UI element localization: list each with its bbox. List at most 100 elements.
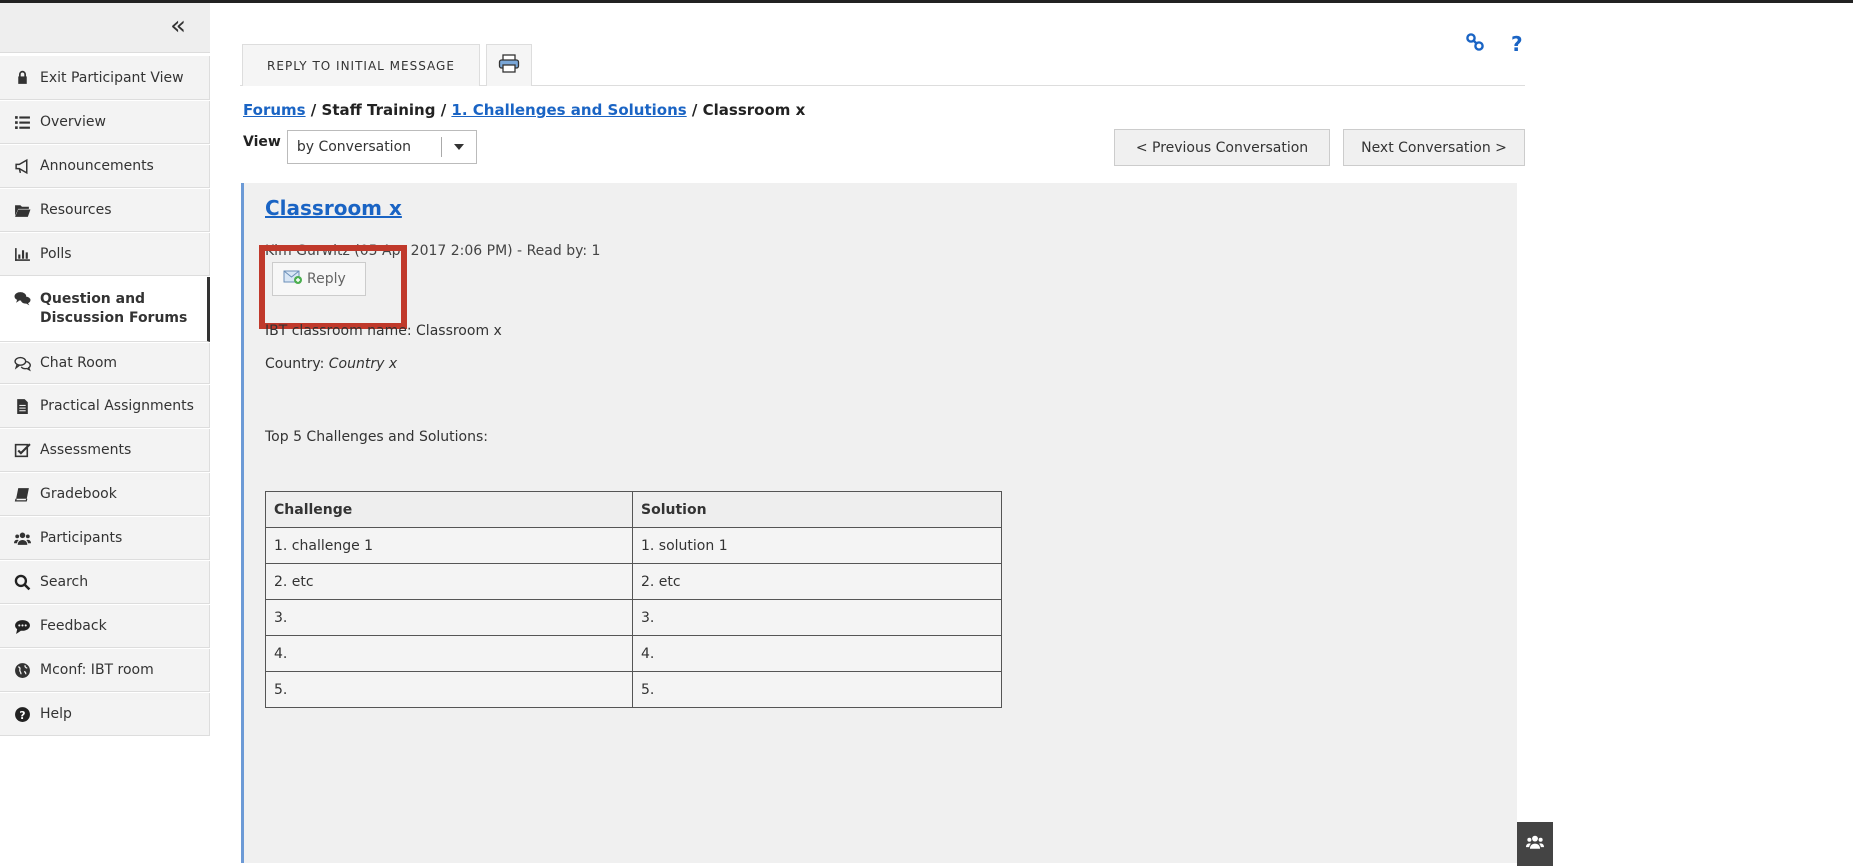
next-conversation-button[interactable]: Next Conversation > bbox=[1343, 129, 1525, 166]
sidebar-item-label: Participants bbox=[40, 530, 123, 546]
lock-icon bbox=[12, 69, 32, 87]
search-icon bbox=[12, 573, 32, 591]
sidebar-item-label: Feedback bbox=[40, 618, 107, 634]
sidebar-item-participants[interactable]: Participants bbox=[0, 517, 210, 560]
view-label: View bbox=[243, 134, 281, 150]
message-top5-line: Top 5 Challenges and Solutions: bbox=[265, 429, 489, 445]
sidebar-item-mconf-ibt-room[interactable]: Mconf: IBT room bbox=[0, 649, 210, 692]
breadcrumb-link-forums[interactable]: Forums bbox=[243, 101, 306, 119]
view-select[interactable]: by Conversation bbox=[286, 130, 477, 164]
sidebar-item-search[interactable]: Search bbox=[0, 561, 210, 604]
reply-button[interactable]: Reply bbox=[272, 262, 366, 296]
sidebar-item-label: Announcements bbox=[40, 158, 154, 174]
sidebar-item-gradebook[interactable]: Gradebook bbox=[0, 473, 210, 516]
sidebar-item-practical-assignments[interactable]: Practical Assignments bbox=[0, 385, 210, 428]
view-select-value: by Conversation bbox=[296, 139, 412, 155]
country-prefix: Country: bbox=[265, 356, 329, 372]
table-cell: 4. bbox=[632, 635, 1002, 672]
svg-text:?: ? bbox=[19, 708, 25, 721]
table-row: 5. 5. bbox=[265, 671, 1002, 708]
challenges-table: Challenge Solution 1. challenge 1 1. sol… bbox=[265, 491, 1002, 708]
sidebar-item-label: Mconf: IBT room bbox=[40, 662, 154, 678]
bar-chart-icon bbox=[12, 245, 32, 263]
breadcrumb-separator: / bbox=[435, 101, 452, 119]
comment-icon bbox=[12, 617, 32, 635]
sidebar-item-label-line1: Question and bbox=[40, 291, 146, 308]
print-button[interactable] bbox=[486, 44, 532, 86]
sidebar-item-label: Search bbox=[40, 574, 89, 590]
table-header-challenge: Challenge bbox=[265, 491, 633, 528]
table-cell: 2. etc bbox=[632, 563, 1002, 600]
reply-mail-icon bbox=[283, 269, 307, 289]
table-row: 2. etc 2. etc bbox=[265, 563, 1002, 600]
chat-icon bbox=[12, 354, 32, 372]
file-icon bbox=[12, 397, 32, 415]
message-classroom-line: IBT classroom name: Classroom x bbox=[265, 323, 502, 339]
sidebar-item-label: Exit Participant View bbox=[40, 69, 184, 86]
users-icon bbox=[1525, 833, 1545, 855]
print-icon bbox=[498, 53, 520, 78]
sidebar-item-chat-room[interactable]: Chat Room bbox=[0, 343, 210, 384]
table-header-row: Challenge Solution bbox=[265, 491, 1002, 528]
reply-to-initial-message-button[interactable]: REPLY TO INITIAL MESSAGE bbox=[242, 44, 480, 86]
breadcrumb-staff-training: Staff Training bbox=[321, 101, 436, 119]
sidebar-item-help[interactable]: ? Help bbox=[0, 693, 210, 736]
reply-button-label: Reply bbox=[307, 271, 346, 287]
message-meta: Kim Gurwitz (05 Apr 2017 2:06 PM) - Read… bbox=[265, 243, 601, 259]
breadcrumb-separator: / bbox=[686, 101, 703, 119]
folder-open-icon bbox=[12, 201, 32, 219]
table-cell: 5. bbox=[632, 671, 1002, 708]
table-cell: 1. solution 1 bbox=[632, 527, 1002, 564]
sidebar-item-label: Resources bbox=[40, 202, 112, 218]
participants-widget-button[interactable] bbox=[1517, 822, 1553, 866]
table-row: 4. 4. bbox=[265, 635, 1002, 672]
comments-icon bbox=[12, 289, 32, 307]
message-country-line: Country: Country x bbox=[265, 356, 397, 372]
list-icon bbox=[12, 113, 32, 131]
users-icon bbox=[12, 529, 32, 547]
table-cell: 3. bbox=[265, 599, 633, 636]
breadcrumb-separator: / bbox=[305, 101, 322, 119]
book-icon bbox=[12, 485, 32, 503]
select-divider bbox=[440, 137, 442, 157]
table-cell: 1. challenge 1 bbox=[265, 527, 633, 564]
collapse-sidebar-button[interactable]: « bbox=[0, 3, 210, 53]
sidebar-item-label-group: Question and Discussion Forums bbox=[40, 290, 187, 328]
table-row: 3. 3. bbox=[265, 599, 1002, 636]
sidebar-item-feedback[interactable]: Feedback bbox=[0, 605, 210, 648]
megaphone-icon bbox=[12, 157, 32, 175]
table-cell: 5. bbox=[265, 671, 633, 708]
sidebar-item-label: Assessments bbox=[40, 442, 132, 458]
toolbar: REPLY TO INITIAL MESSAGE bbox=[240, 41, 1525, 86]
breadcrumb: Forums / Staff Training / 1. Challenges … bbox=[243, 101, 805, 119]
sidebar-item-assessments[interactable]: Assessments bbox=[0, 429, 210, 472]
sidebar-item-label-line2: Discussion Forums bbox=[40, 310, 188, 326]
double-chevron-left-icon: « bbox=[170, 11, 186, 41]
table-header-solution: Solution bbox=[632, 491, 1002, 528]
table-cell: 3. bbox=[632, 599, 1002, 636]
sidebar-item-label: Gradebook bbox=[40, 486, 117, 502]
question-circle-icon: ? bbox=[12, 705, 32, 723]
sidebar-item-label: Polls bbox=[40, 246, 72, 262]
breadcrumb-link-topic[interactable]: 1. Challenges and Solutions bbox=[451, 101, 686, 119]
breadcrumb-current: Classroom x bbox=[702, 101, 806, 119]
table-cell: 2. etc bbox=[265, 563, 633, 600]
table-cell: 4. bbox=[265, 635, 633, 672]
message-title-link[interactable]: Classroom x bbox=[265, 196, 402, 220]
sidebar-item-label: Help bbox=[40, 706, 72, 722]
globe-icon bbox=[12, 661, 32, 679]
checkbox-icon bbox=[12, 441, 32, 459]
sidebar-item-resources[interactable]: Resources bbox=[0, 189, 210, 232]
sidebar-item-polls[interactable]: Polls bbox=[0, 233, 210, 276]
sidebar-item-question-and-discussion-forums[interactable]: Question and Discussion Forums bbox=[0, 277, 210, 342]
sidebar: « Exit Participant View Overview Announc… bbox=[0, 3, 212, 866]
sidebar-item-announcements[interactable]: Announcements bbox=[0, 145, 210, 188]
view-row: View by Conversation bbox=[243, 130, 477, 164]
sidebar-item-exit-participant-view[interactable]: Exit Participant View bbox=[0, 56, 210, 100]
message-panel: Classroom x Kim Gurwitz (05 Apr 2017 2:0… bbox=[241, 183, 1517, 863]
sidebar-item-overview[interactable]: Overview bbox=[0, 101, 210, 144]
table-row: 1. challenge 1 1. solution 1 bbox=[265, 527, 1002, 564]
previous-conversation-button[interactable]: < Previous Conversation bbox=[1114, 129, 1330, 166]
country-value: Country x bbox=[328, 356, 398, 372]
caret-down-icon bbox=[453, 144, 464, 150]
